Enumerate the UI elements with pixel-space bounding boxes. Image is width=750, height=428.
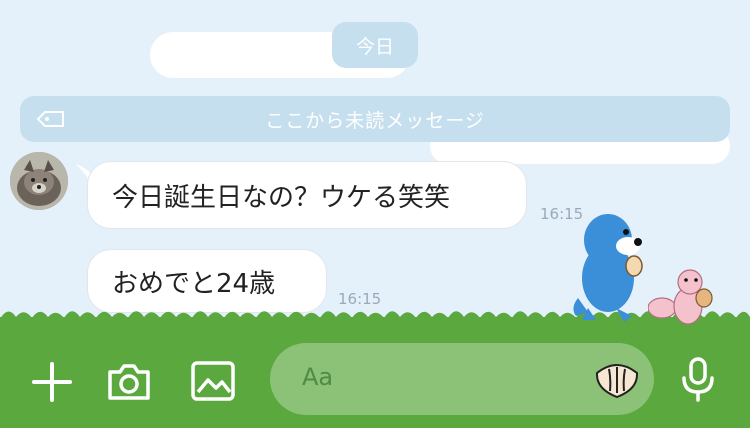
message-text: おめでと24歳 [112, 268, 276, 299]
image-icon[interactable] [190, 360, 236, 402]
camera-icon[interactable] [106, 360, 152, 402]
tag-icon [36, 111, 64, 127]
message-input[interactable]: Aa [270, 343, 654, 415]
sticker-icon[interactable] [594, 359, 640, 399]
message-bubble[interactable]: 今日誕生日なの？ウケる笑笑 [87, 161, 527, 229]
date-separator: 今日 [332, 22, 418, 68]
input-placeholder: Aa [302, 363, 334, 391]
avatar-image [10, 152, 68, 210]
microphone-icon[interactable] [680, 356, 716, 404]
blue-seal-mascot [573, 214, 643, 322]
avatar[interactable] [10, 152, 68, 210]
message-bubble[interactable]: おめでと24歳 [87, 249, 327, 313]
plus-icon[interactable] [30, 360, 74, 404]
squirrel-mascot [648, 269, 713, 325]
date-label: 今日 [355, 35, 394, 58]
message-text: 今日誕生日なの？ウケる笑笑 [112, 182, 451, 213]
unread-label: ここから未読メッセージ [265, 109, 485, 132]
unread-divider: ここから未読メッセージ [20, 96, 730, 142]
